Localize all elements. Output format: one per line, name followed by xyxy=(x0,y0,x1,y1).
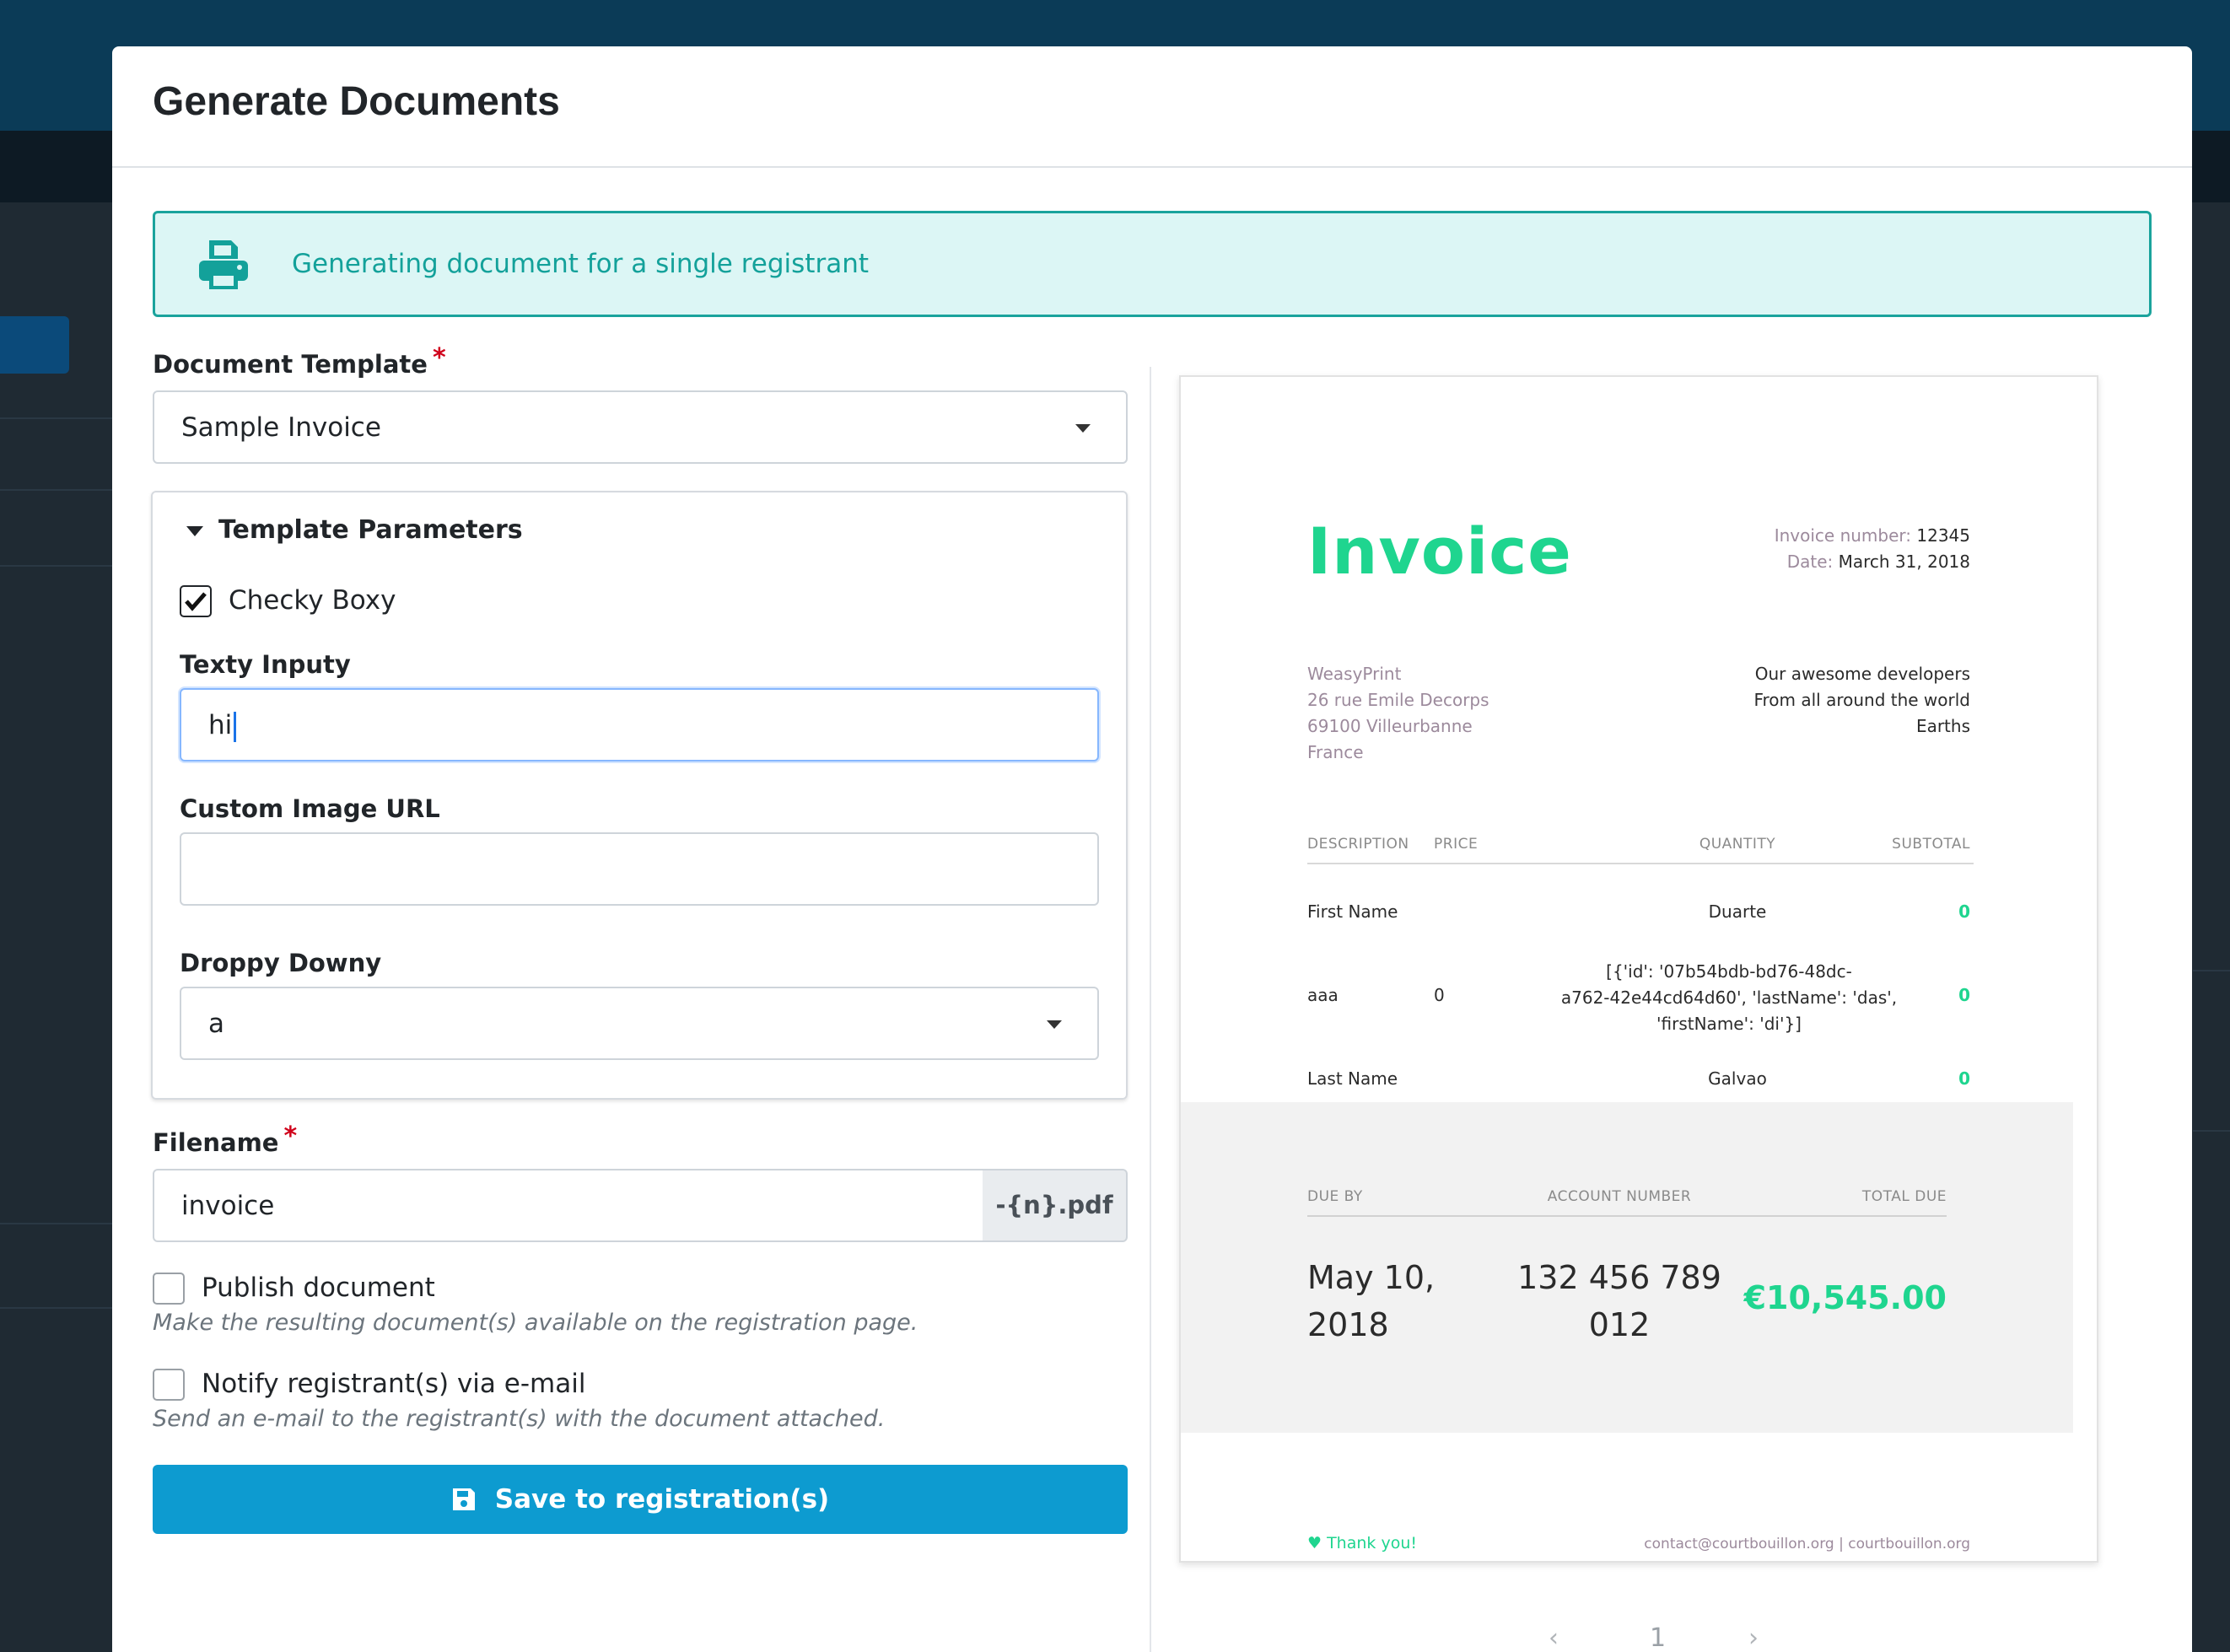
save-button-label: Save to registration(s) xyxy=(494,1484,830,1515)
header-due-by: DUE BY xyxy=(1307,1188,1363,1205)
header-quantity: QUANTITY xyxy=(1699,836,1776,853)
publish-document-help: Make the resulting document(s) available… xyxy=(153,1310,918,1336)
invoice-number: Invoice number: 12345 xyxy=(1774,525,1970,546)
publish-document-checkbox[interactable] xyxy=(153,1273,185,1305)
background-app-button xyxy=(0,316,69,374)
next-page-button[interactable]: › xyxy=(1748,1623,1759,1652)
invoice-date: Date: March 31, 2018 xyxy=(1786,552,1970,572)
header-price: PRICE xyxy=(1434,836,1479,853)
recipient-address: Our awesome developers From all around th… xyxy=(1753,664,1970,736)
notify-registrant-label: Notify registrant(s) via e-mail xyxy=(202,1369,586,1399)
document-preview: Invoice Invoice number: 12345 Date: Marc… xyxy=(1179,375,2098,1563)
total-due-value: €10,545.00 xyxy=(1743,1279,1947,1316)
previous-page-button[interactable]: ‹ xyxy=(1549,1623,1559,1652)
header-total-due: TOTAL DUE xyxy=(1861,1188,1947,1205)
invoice-title: Invoice xyxy=(1307,514,1572,589)
column-divider xyxy=(1150,367,1151,1652)
save-icon xyxy=(452,1488,475,1510)
row-quantity: Galvao xyxy=(1708,1068,1767,1089)
chevron-down-icon xyxy=(1047,1020,1062,1029)
header-account-number: ACCOUNT NUMBER xyxy=(1547,1188,1692,1205)
collapse-triangle-icon[interactable] xyxy=(186,526,203,536)
checky-boxy-label: Checky Boxy xyxy=(229,585,396,616)
checky-boxy-checkbox[interactable] xyxy=(180,585,212,617)
due-by-value: May 10, 2018 xyxy=(1307,1259,1435,1343)
document-template-select[interactable]: Sample Invoice xyxy=(153,390,1128,464)
modal-header: Generate Documents xyxy=(112,46,2192,168)
chevron-down-icon xyxy=(1075,424,1091,433)
notify-registrant-checkbox[interactable] xyxy=(153,1369,185,1401)
printer-icon xyxy=(199,240,248,289)
background-divider xyxy=(0,417,114,419)
checkmark-icon xyxy=(185,592,207,611)
account-number-value: 132 456 789 012 xyxy=(1517,1259,1721,1343)
row-subtotal: 0 xyxy=(1958,1068,1970,1089)
row-description: First Name xyxy=(1307,901,1398,922)
info-alert: Generating document for a single registr… xyxy=(153,211,2152,317)
contact-footer: contact@courtbouillon.org | courtbouillo… xyxy=(1644,1536,1970,1552)
background-divider xyxy=(0,1223,114,1224)
notify-registrant-help: Send an e-mail to the registrant(s) with… xyxy=(153,1406,886,1432)
generate-documents-modal: Generate Documents Generating document f… xyxy=(112,46,2192,1652)
texty-inputy-field[interactable]: hi xyxy=(180,688,1099,761)
background-divider xyxy=(2193,970,2230,971)
filename-label: Filename * xyxy=(153,1122,298,1157)
filename-input[interactable]: invoice xyxy=(153,1169,984,1242)
custom-image-url-field[interactable] xyxy=(180,832,1099,906)
background-divider xyxy=(0,489,114,491)
texty-inputy-label: Texty Inputy xyxy=(180,650,351,679)
row-quantity: Duarte xyxy=(1708,901,1767,922)
document-template-value: Sample Invoice xyxy=(181,412,381,443)
droppy-downy-value: a xyxy=(208,1009,224,1039)
droppy-downy-select[interactable]: a xyxy=(180,987,1099,1060)
modal-title: Generate Documents xyxy=(153,79,560,124)
save-to-registrations-button[interactable]: Save to registration(s) xyxy=(153,1465,1128,1534)
droppy-downy-label: Droppy Downy xyxy=(180,949,382,977)
row-description: Last Name xyxy=(1307,1068,1398,1089)
row-subtotal: 0 xyxy=(1958,985,1970,1005)
background-divider xyxy=(2193,1130,2230,1132)
header-description: DESCRIPTION xyxy=(1307,836,1409,853)
page-number: 1 xyxy=(1650,1623,1667,1652)
row-description: aaa xyxy=(1307,985,1339,1005)
row-price: 0 xyxy=(1434,985,1445,1005)
thank-you-note: ♥ Thank you! xyxy=(1307,1534,1417,1552)
row-subtotal: 0 xyxy=(1958,901,1970,922)
background-divider xyxy=(0,565,114,567)
row-quantity: [{'id': '07b54bdb-bd76-48dc-a762-42e44cd… xyxy=(1560,961,1898,1034)
publish-document-label: Publish document xyxy=(202,1273,435,1303)
template-parameters-legend[interactable]: Template Parameters xyxy=(218,515,523,545)
background-divider xyxy=(0,1307,114,1309)
due-divider xyxy=(1307,1215,1947,1217)
due-summary: DUE BY ACCOUNT NUMBER TOTAL DUE May 10, 2… xyxy=(1181,1102,2073,1433)
filename-suffix: -{n}.pdf xyxy=(983,1169,1128,1242)
texty-inputy-value: hi xyxy=(208,710,237,742)
template-parameters-panel: Template Parameters Checky Boxy Texty In… xyxy=(151,491,1128,1100)
document-template-label: Document Template * xyxy=(153,343,446,379)
table-divider xyxy=(1307,863,1974,864)
text-cursor xyxy=(234,711,237,742)
alert-text: Generating document for a single registr… xyxy=(292,249,869,279)
header-subtotal: SUBTOTAL xyxy=(1892,836,1970,853)
sender-address: WeasyPrint 26 rue Emile Decorps 69100 Vill… xyxy=(1307,664,1489,762)
custom-image-url-label: Custom Image URL xyxy=(180,794,440,823)
